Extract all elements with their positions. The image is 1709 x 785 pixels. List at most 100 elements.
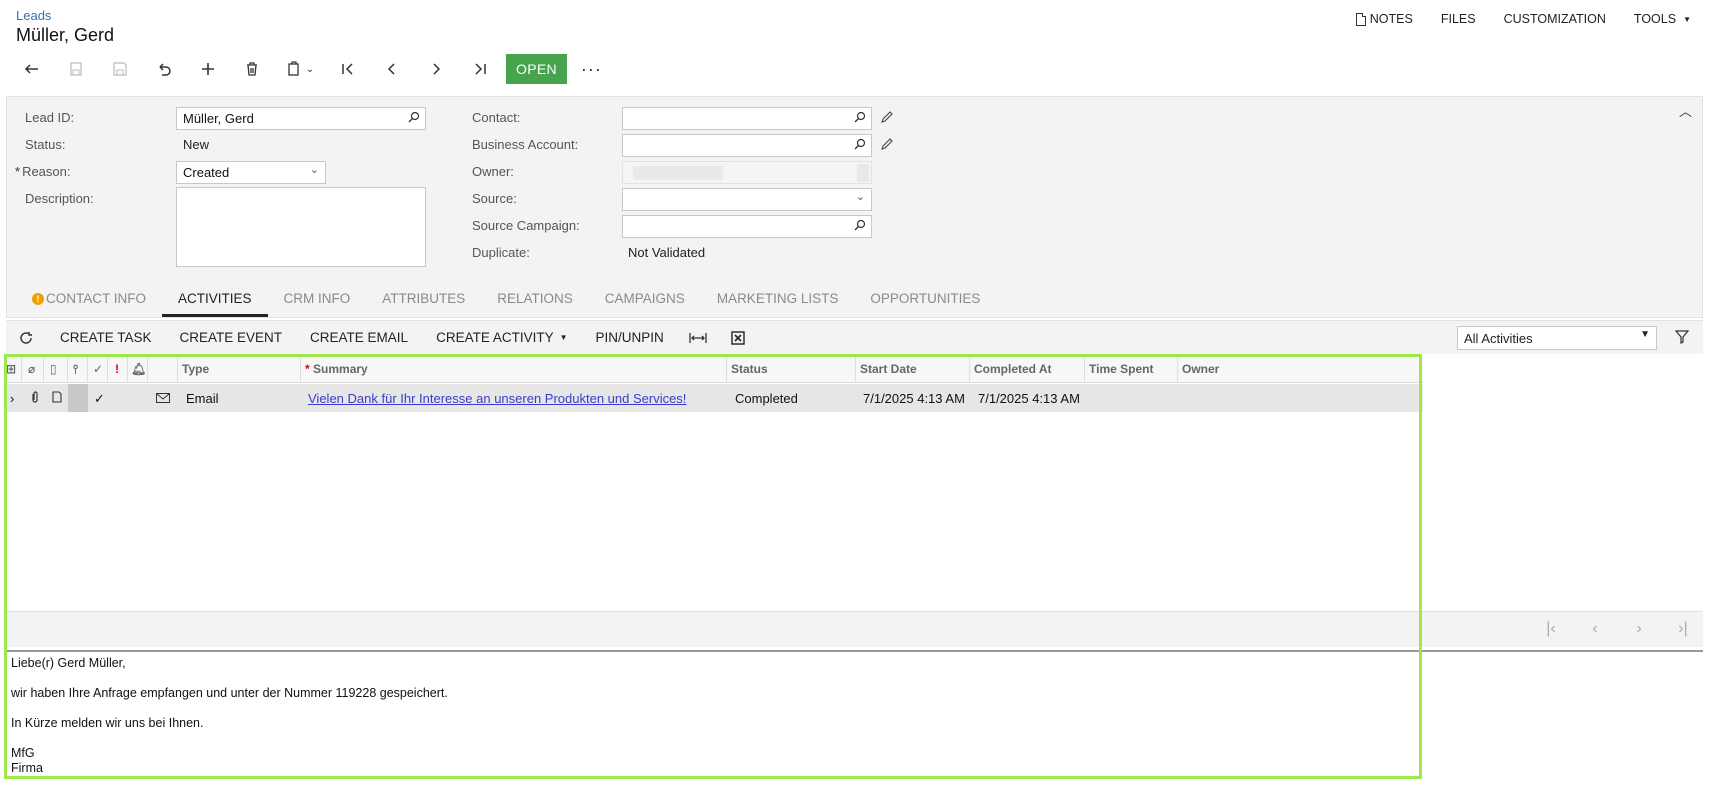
tools-label: TOOLS bbox=[1633, 12, 1677, 26]
edit-account-pencil-icon[interactable] bbox=[880, 137, 894, 151]
undo-button[interactable] bbox=[142, 52, 186, 86]
lead-id-value: Müller, Gerd bbox=[183, 111, 254, 126]
note-icon[interactable] bbox=[48, 384, 68, 412]
preview-company: Firma bbox=[11, 761, 43, 775]
tools-menu[interactable]: TOOLS ▼ bbox=[1634, 12, 1691, 26]
back-button[interactable] bbox=[10, 52, 54, 86]
edit-contact-pencil-icon[interactable] bbox=[880, 110, 894, 124]
files-label: FILES bbox=[1440, 12, 1476, 26]
save-icon bbox=[113, 62, 127, 76]
expand-row-icon[interactable]: › bbox=[6, 384, 22, 412]
tab-contact-info[interactable]: ! CONTACT INFO bbox=[16, 285, 162, 317]
col-type[interactable]: Type bbox=[178, 356, 301, 383]
cell-type: Email bbox=[186, 391, 219, 406]
save-button[interactable] bbox=[98, 52, 142, 86]
col-time-spent[interactable]: Time Spent bbox=[1085, 356, 1178, 383]
note-col-icon: ▯ bbox=[44, 356, 68, 383]
preview-line-1: wir haben Ihre Anfrage empfangen und unt… bbox=[11, 686, 448, 700]
tab-campaigns[interactable]: CAMPAIGNS bbox=[589, 285, 701, 317]
owner-label: Owner: bbox=[472, 164, 514, 179]
priority-col-icon: ! bbox=[108, 356, 128, 383]
reason-label: * Reason: bbox=[15, 164, 70, 179]
create-email-button[interactable]: CREATE EMAIL bbox=[296, 321, 422, 355]
next-page-icon[interactable]: › bbox=[1629, 620, 1649, 638]
tab-opportunities[interactable]: OPPORTUNITIES bbox=[854, 285, 996, 317]
source-select[interactable]: ⌄ bbox=[622, 188, 872, 211]
description-textarea[interactable] bbox=[176, 187, 426, 267]
cell-summary: Vielen Dank für Ihr Interesse an unseren… bbox=[304, 384, 727, 412]
business-account-field[interactable] bbox=[622, 134, 872, 157]
filter-value: All Activities bbox=[1464, 331, 1533, 346]
save-close-button[interactable] bbox=[54, 52, 98, 86]
email-preview: Liebe(r) Gerd Müller, wir haben Ihre Anf… bbox=[6, 650, 1703, 782]
excel-icon bbox=[731, 330, 745, 345]
refresh-button[interactable] bbox=[6, 321, 46, 355]
previous-page-icon[interactable]: ‹ bbox=[1585, 620, 1605, 638]
col-owner[interactable]: Owner bbox=[1178, 356, 1423, 383]
cell-time-spent bbox=[1088, 384, 1178, 412]
table-row[interactable]: › ✓ Email Vielen Dank für Ihr Interesse … bbox=[4, 384, 1423, 412]
copy-paste-menu[interactable]: ⌄ bbox=[274, 52, 326, 86]
cell-owner bbox=[1181, 384, 1421, 412]
filter-icon[interactable] bbox=[1675, 330, 1689, 344]
col-status[interactable]: Status bbox=[727, 356, 856, 383]
more-actions-icon[interactable]: ··· bbox=[581, 59, 602, 80]
first-record-button[interactable] bbox=[326, 52, 370, 86]
tab-attributes[interactable]: ATTRIBUTES bbox=[366, 285, 481, 317]
search-icon[interactable] bbox=[854, 219, 866, 231]
owner-field[interactable] bbox=[622, 161, 872, 184]
required-marker: * bbox=[305, 362, 314, 376]
col-summary[interactable]: * Summary bbox=[301, 356, 727, 383]
create-activity-menu[interactable]: CREATE ACTIVITY ▼ bbox=[422, 321, 581, 355]
create-activity-label: CREATE ACTIVITY bbox=[436, 330, 554, 345]
delete-button[interactable] bbox=[230, 52, 274, 86]
add-button[interactable] bbox=[186, 52, 230, 86]
chevron-left-icon bbox=[387, 63, 395, 75]
files-link[interactable]: FILES bbox=[1441, 12, 1476, 26]
last-page-icon[interactable]: ›| bbox=[1673, 620, 1693, 638]
required-marker: * bbox=[15, 164, 21, 179]
pin-cell[interactable] bbox=[68, 384, 88, 412]
search-icon[interactable] bbox=[408, 111, 420, 123]
contact-field[interactable] bbox=[622, 107, 872, 130]
pin-unpin-button[interactable]: PIN/UNPIN bbox=[582, 321, 678, 355]
activity-filter-select[interactable]: All Activities ▼ bbox=[1457, 326, 1657, 350]
summary-link[interactable]: Vielen Dank für Ihr Interesse an unseren… bbox=[308, 391, 686, 406]
paperclip-icon[interactable] bbox=[26, 384, 44, 412]
lead-id-field[interactable]: Müller, Gerd bbox=[176, 107, 426, 130]
preview-greeting: Liebe(r) Gerd Müller, bbox=[11, 656, 126, 670]
caret-down-icon: ▼ bbox=[559, 333, 568, 342]
refresh-icon bbox=[20, 331, 32, 344]
collapse-icon[interactable]: ︿ bbox=[1679, 101, 1692, 120]
envelope-icon bbox=[156, 393, 170, 403]
breadcrumb[interactable]: Leads bbox=[16, 8, 51, 23]
chevron-down-icon: ⌄ bbox=[309, 164, 319, 176]
source-campaign-field[interactable] bbox=[622, 215, 872, 238]
previous-record-button[interactable] bbox=[370, 52, 414, 86]
col-completed-at[interactable]: Completed At bbox=[970, 356, 1085, 383]
customization-link[interactable]: CUSTOMIZATION bbox=[1504, 12, 1606, 26]
tab-activities[interactable]: ACTIVITIES bbox=[162, 285, 268, 317]
create-event-button[interactable]: CREATE EVENT bbox=[166, 321, 297, 355]
first-page-icon[interactable]: |‹ bbox=[1541, 620, 1561, 638]
grid-settings-icon[interactable]: ⊞ bbox=[4, 356, 22, 383]
search-icon[interactable] bbox=[854, 138, 866, 150]
search-icon[interactable] bbox=[854, 111, 866, 123]
notes-link[interactable]: NOTES bbox=[1355, 12, 1413, 26]
reason-select[interactable]: Created ⌄ bbox=[176, 161, 326, 184]
fit-width-icon bbox=[689, 332, 707, 343]
open-status-button[interactable]: OPEN bbox=[506, 54, 567, 84]
cell-start-date: 7/1/2025 4:13 AM bbox=[863, 391, 965, 406]
duplicate-value: Not Validated bbox=[628, 245, 706, 260]
col-start-date[interactable]: Start Date bbox=[856, 356, 970, 383]
activities-toolbar: CREATE TASK CREATE EVENT CREATE EMAIL CR… bbox=[6, 320, 1703, 354]
export-excel-button[interactable] bbox=[718, 321, 758, 355]
tab-marketing-lists[interactable]: MARKETING LISTS bbox=[701, 285, 855, 317]
grid-pager: |‹ ‹ › ›| bbox=[6, 611, 1703, 647]
last-record-button[interactable] bbox=[458, 52, 502, 86]
fit-columns-button[interactable] bbox=[678, 321, 718, 355]
next-record-button[interactable] bbox=[414, 52, 458, 86]
tab-relations[interactable]: RELATIONS bbox=[481, 285, 589, 317]
tab-crm-info[interactable]: CRM INFO bbox=[268, 285, 367, 317]
create-task-button[interactable]: CREATE TASK bbox=[46, 321, 166, 355]
